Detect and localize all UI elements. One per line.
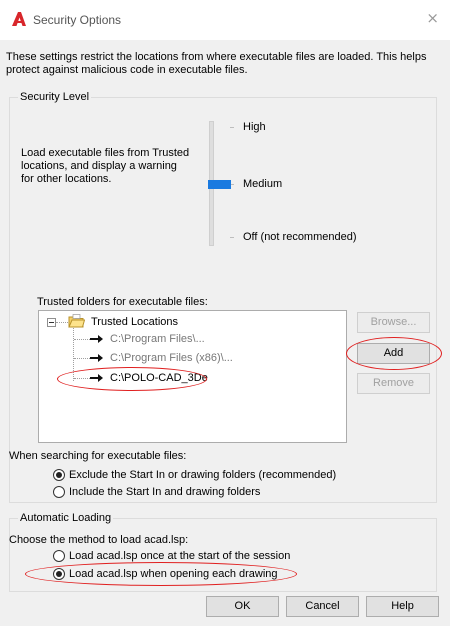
search-label: When searching for executable files: [9,450,187,462]
dialog-body: These settings restrict the locations fr… [0,40,450,626]
autocad-logo-icon [12,12,26,26]
slider-tick-off [230,237,234,238]
include-start-in-radio[interactable] [53,486,65,498]
arrow-right-icon [90,354,103,362]
folder-icon [68,314,85,328]
level-off-label: Off (not recommended) [243,231,357,243]
security-slider-thumb[interactable] [208,180,231,189]
ok-button[interactable]: OK [206,596,279,617]
exclude-start-in-label[interactable]: Exclude the Start In or drawing folders … [69,469,336,482]
include-start-in-label[interactable]: Include the Start In and drawing folders [69,486,260,499]
automatic-loading-legend: Automatic Loading [18,512,114,525]
level-medium-label: Medium [243,178,283,190]
load-once-radio[interactable] [53,550,65,562]
title-bar: Security Options × [0,0,450,40]
security-description: Load executable files from Trusted locat… [21,147,190,185]
callout-polo-cad [57,367,207,391]
arrow-right-icon [90,335,103,343]
intro-text: These settings restrict the locations fr… [6,51,427,76]
remove-button[interactable]: Remove [357,373,430,394]
window-title: Security Options [33,13,122,27]
callout-load-each-drawing [25,562,297,586]
load-once-label[interactable]: Load acad.lsp once at the start of the s… [69,550,290,563]
close-icon[interactable]: × [426,9,439,27]
tree-item-label[interactable]: C:\Program Files\... [110,333,205,346]
collapse-icon[interactable] [47,318,56,327]
browse-button[interactable]: Browse... [357,312,430,333]
tree-root-label[interactable]: Trusted Locations [91,316,178,329]
security-level-legend: Security Level [18,91,92,104]
tree-item-label[interactable]: C:\Program Files (x86)\... [110,352,233,365]
help-button[interactable]: Help [366,596,439,617]
acad-lsp-label: Choose the method to load acad.lsp: [9,534,189,546]
exclude-start-in-radio[interactable] [53,469,65,481]
callout-add-button [346,337,442,370]
level-high-label: High [243,121,266,133]
trusted-folders-label: Trusted folders for executable files: [37,296,208,308]
slider-tick-high [230,127,234,128]
cancel-button[interactable]: Cancel [286,596,359,617]
